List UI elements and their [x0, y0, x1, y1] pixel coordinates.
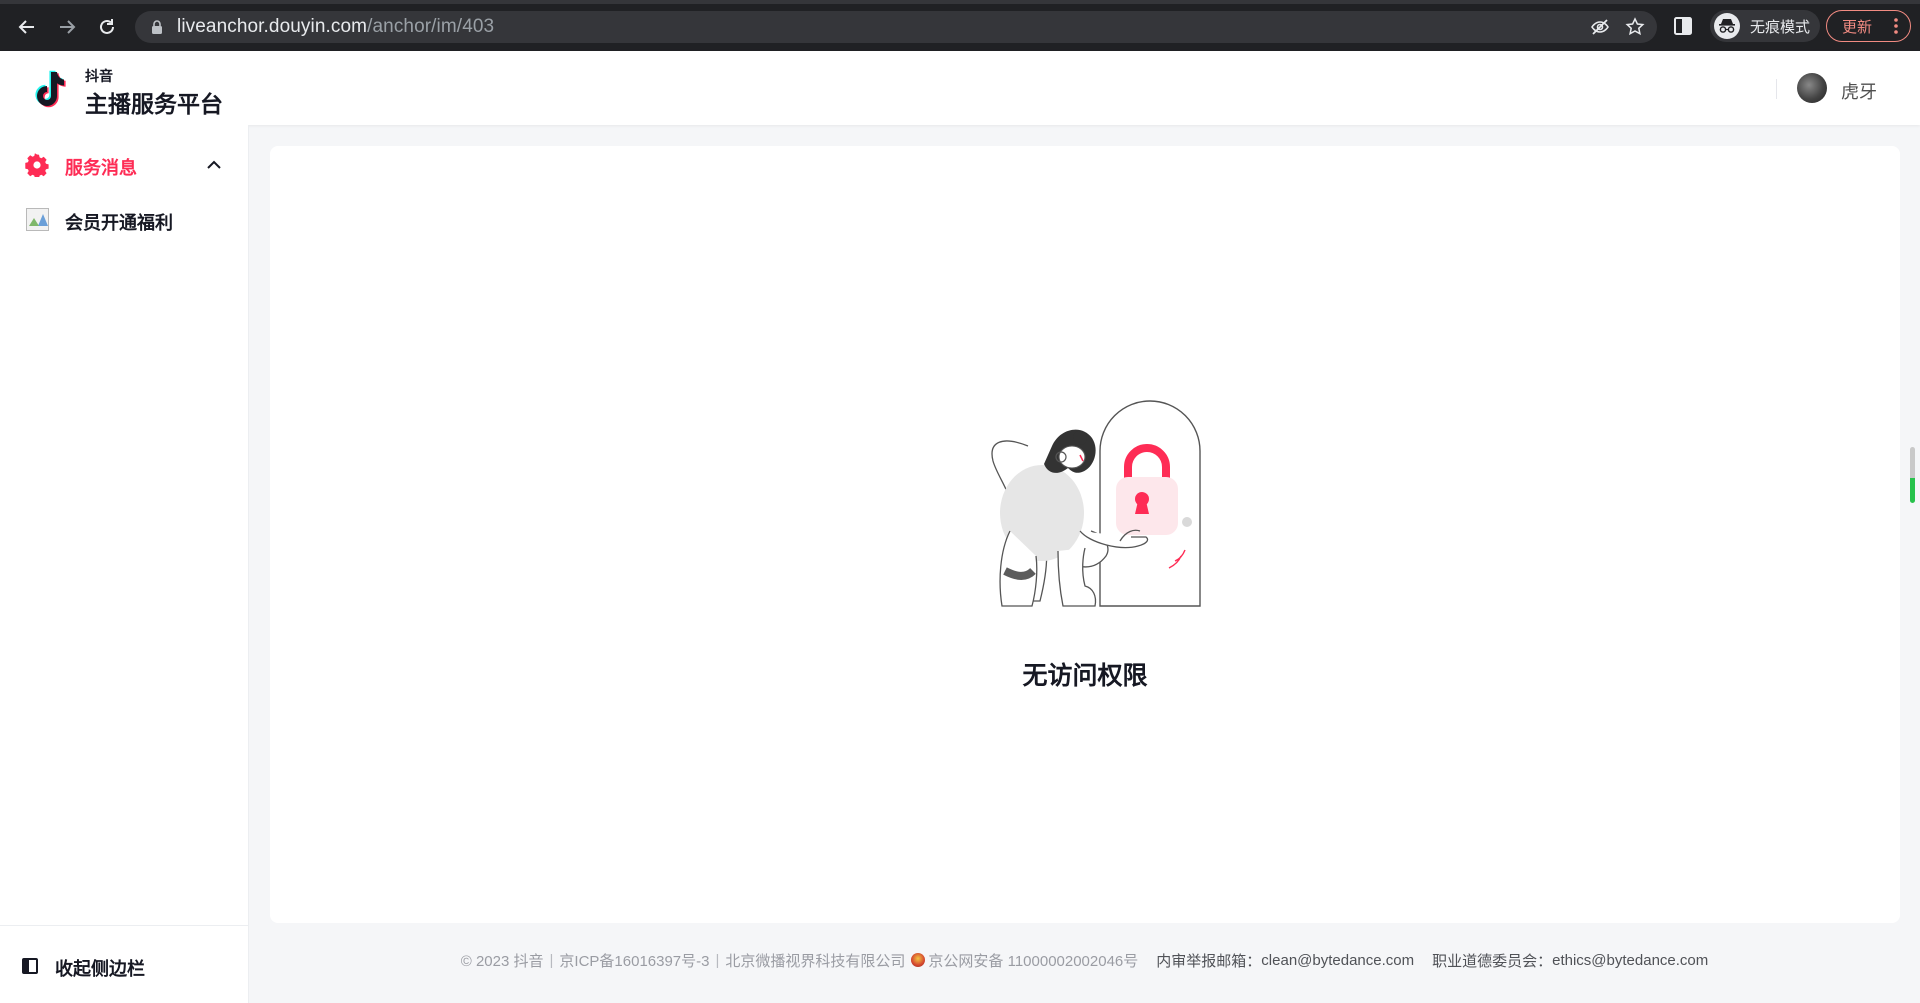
footer-ethics-label: 职业道德委员会：	[1432, 952, 1553, 970]
douyin-logo-icon[interactable]	[30, 68, 70, 110]
brand-name-small: 抖音	[85, 68, 113, 84]
url-path: /anchor/im/403	[367, 16, 495, 37]
platform-title[interactable]: 主播服务平台	[85, 85, 223, 119]
url-host: liveanchor.douyin.com	[177, 16, 368, 37]
empty-state-title: 无访问权限	[1022, 662, 1148, 690]
police-badge-icon	[911, 953, 926, 967]
reload-button[interactable]	[92, 12, 122, 42]
footer-report-email[interactable]: clean@bytedance.com	[1261, 952, 1414, 969]
gear-icon	[25, 153, 49, 177]
sidebar: 服务消息 会员开通福利 收起侧边栏	[0, 125, 249, 1003]
sidebar-group-service-messages[interactable]: 服务消息	[0, 142, 248, 186]
footer-separator: |	[549, 951, 554, 969]
url-text: liveanchor.douyin.com/anchor/im/403	[177, 16, 494, 38]
update-label: 更新	[1842, 18, 1873, 36]
footer-report-label: 内审举报邮箱：	[1156, 952, 1262, 970]
broken-image-icon	[26, 208, 49, 231]
app-header: 抖音 主播服务平台 虎牙	[0, 51, 1920, 125]
update-button[interactable]: 更新	[1826, 10, 1911, 42]
footer-company: 北京微播视界科技有限公司	[725, 952, 906, 970]
collapse-sidebar-button[interactable]: 收起侧边栏	[0, 925, 248, 1003]
footer-copyright: © 2023 抖音	[460, 952, 544, 970]
collapse-sidebar-label: 收起侧边栏	[55, 959, 145, 979]
footer-police-link[interactable]: 京公网安备 11000002002046号	[928, 950, 1138, 971]
back-button[interactable]	[12, 12, 42, 42]
sidebar-collapse-icon	[22, 958, 38, 974]
sidebar-group-label: 服务消息	[65, 158, 137, 178]
scroll-indicator[interactable]	[1910, 447, 1915, 503]
arrow-left-icon	[18, 20, 34, 34]
incognito-label: 无痕模式	[1750, 18, 1811, 36]
side-panel-icon[interactable]	[1673, 15, 1695, 37]
tab-strip	[0, 0, 1920, 4]
forward-button[interactable]	[52, 12, 82, 42]
main-content-card: 无访问权限	[270, 146, 1900, 923]
avatar[interactable]	[1797, 73, 1827, 103]
header-divider	[1776, 79, 1777, 99]
star-icon	[1625, 17, 1645, 36]
more-vert-icon	[1894, 18, 1898, 34]
footer-icp-link[interactable]: 京ICP备16016397号-3	[559, 950, 709, 971]
incognito-badge[interactable]: 无痕模式	[1710, 10, 1821, 42]
eye-off-icon	[1591, 19, 1609, 35]
footer-ethics-email[interactable]: ethics@bytedance.com	[1552, 952, 1708, 969]
username[interactable]: 虎牙	[1841, 78, 1877, 104]
sidebar-item-label: 会员开通福利	[65, 213, 173, 233]
browser-toolbar: liveanchor.douyin.com/anchor/im/403 无痕模式…	[0, 0, 1920, 51]
tracking-protection-button[interactable]	[1590, 17, 1610, 37]
footer-separator: |	[715, 951, 720, 969]
reload-icon	[100, 19, 114, 34]
address-bar[interactable]: liveanchor.douyin.com/anchor/im/403	[135, 11, 1657, 43]
bookmark-button[interactable]	[1625, 17, 1645, 37]
no-permission-illustration	[991, 400, 1201, 607]
lock-icon	[152, 20, 162, 34]
arrow-right-icon	[60, 20, 76, 34]
sidebar-item-membership-benefits[interactable]: 会员开通福利	[0, 199, 248, 243]
page-footer: © 2023 抖音 | 京ICP备16016397号-3 | 北京微播视界科技有…	[249, 945, 1920, 975]
chevron-up-icon[interactable]	[205, 156, 223, 174]
incognito-icon	[1714, 13, 1740, 39]
